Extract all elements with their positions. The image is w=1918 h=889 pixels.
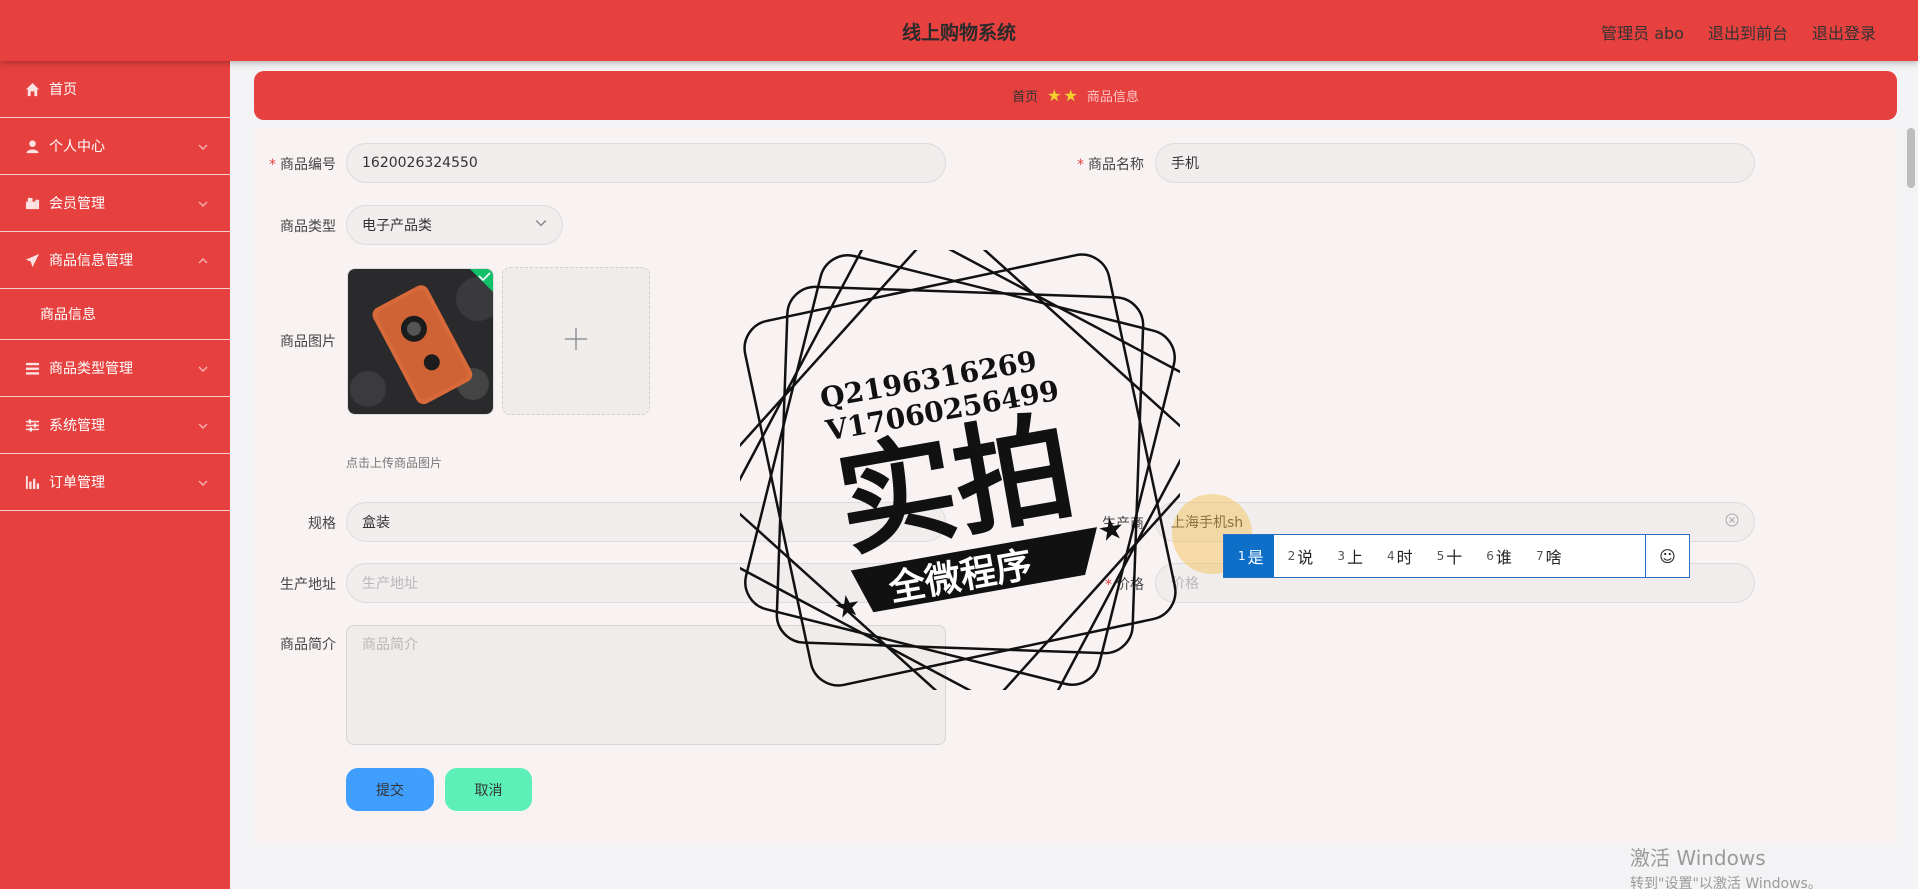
product-no-label: * 商品编号 <box>269 157 336 173</box>
sidebar-item-label: 系统管理 <box>49 418 105 434</box>
sidebar-item-label: 会员管理 <box>49 196 105 212</box>
image-label: 商品图片 <box>280 334 336 350</box>
breadcrumb: 首页 ★ ★ 商品信息 <box>254 71 1897 120</box>
ime-candidate[interactable]: 7啥 <box>1522 535 1572 577</box>
category-value: 电子产品类 <box>362 218 432 234</box>
star-icon: ★ <box>1047 86 1062 105</box>
product-name-label: * 商品名称 <box>1077 157 1144 173</box>
sidebar-item-home[interactable]: 首页 <box>0 61 230 118</box>
header-links: 管理员 abo 退出到前台 退出登录 <box>1601 20 1876 44</box>
list-icon <box>24 360 40 376</box>
star-icon: ★ <box>1063 86 1078 105</box>
maker-label: 生产商 <box>1102 516 1144 532</box>
address-input[interactable]: 生产地址 <box>346 563 946 603</box>
send-icon <box>24 252 40 268</box>
chevron-up-icon <box>198 254 208 264</box>
chart-icon <box>24 474 40 490</box>
clear-icon[interactable] <box>1725 513 1739 531</box>
breadcrumb-current: 商品信息 <box>1086 90 1139 105</box>
sidebar-item-label: 订单管理 <box>49 475 105 491</box>
cancel-button[interactable]: 取消 <box>445 768 532 811</box>
member-icon <box>24 195 40 211</box>
sidebar-item-orders[interactable]: 订单管理 <box>0 454 230 511</box>
product-name-input[interactable]: 手机 <box>1155 143 1755 183</box>
intro-label: 商品简介 <box>280 637 336 653</box>
product-image-thumbnail[interactable] <box>347 268 494 415</box>
activation-title: 激活 Windows <box>1630 846 1766 870</box>
price-label: * 价格 <box>1105 577 1144 593</box>
user-icon <box>24 138 40 154</box>
product-no-input[interactable]: 1620026324550 <box>346 143 946 183</box>
upload-tip: 点击上传商品图片 <box>346 456 443 470</box>
sidebar-item-personal[interactable]: 个人中心 <box>0 118 230 175</box>
address-label: 生产地址 <box>280 577 336 593</box>
intro-textarea[interactable]: 商品简介 <box>346 625 946 745</box>
front-link[interactable]: 退出到前台 <box>1708 20 1788 44</box>
upload-button[interactable] <box>502 267 650 415</box>
chevron-down-icon <box>198 476 208 486</box>
sidebar-item-system[interactable]: 系统管理 <box>0 397 230 454</box>
ime-candidate[interactable]: 6谁 <box>1472 535 1522 577</box>
plus-icon <box>563 326 589 356</box>
sidebar-item-label: 商品类型管理 <box>49 361 133 377</box>
ime-candidate[interactable]: 5十 <box>1423 535 1473 577</box>
sidebar: 首页 个人中心 会员管理 商品信息管理 商品信息 商品类型管理 系统管理 订单管… <box>0 61 230 889</box>
settings-icon <box>24 417 40 433</box>
chevron-down-icon <box>198 197 208 207</box>
chevron-down-icon <box>535 217 547 233</box>
ime-candidate[interactable]: 3上 <box>1323 535 1373 577</box>
chevron-down-icon <box>198 419 208 429</box>
scrollbar[interactable] <box>1907 128 1915 188</box>
activation-subtitle: 转到"设置"以激活 Windows。 <box>1630 876 1822 889</box>
breadcrumb-home[interactable]: 首页 <box>1012 86 1038 105</box>
top-header: 线上购物系统 管理员 abo 退出到前台 退出登录 <box>0 0 1918 61</box>
category-label: 商品类型 <box>280 219 336 235</box>
sidebar-item-label: 首页 <box>49 82 77 98</box>
logout-link[interactable]: 退出登录 <box>1812 20 1876 44</box>
ime-candidate[interactable]: 4时 <box>1373 535 1423 577</box>
ime-candidate[interactable]: 1是 <box>1224 535 1274 577</box>
chevron-down-icon <box>198 140 208 150</box>
sidebar-item-label: 商品信息管理 <box>49 253 133 269</box>
ime-candidate-bar: 1是 2说 3上 4时 5十 6谁 7啥 ☺ <box>1223 534 1690 578</box>
admin-name: 管理员 abo <box>1601 24 1684 43</box>
sidebar-item-product-info-mgmt[interactable]: 商品信息管理 <box>0 232 230 289</box>
maker-value: 上海手机sh <box>1171 515 1244 531</box>
chevron-down-icon <box>198 362 208 372</box>
ime-candidate[interactable]: 2说 <box>1274 535 1324 577</box>
category-select[interactable]: 电子产品类 <box>346 205 563 245</box>
submit-button[interactable]: 提交 <box>346 768 434 811</box>
emoji-icon[interactable]: ☺ <box>1645 535 1689 577</box>
sidebar-item-label: 个人中心 <box>49 139 105 155</box>
sidebar-subitem-product-info[interactable]: 商品信息 <box>0 289 230 340</box>
spec-input[interactable]: 盒装 <box>346 502 946 542</box>
windows-activation-notice: 激活 Windows 转到"设置"以激活 Windows。 <box>1630 842 1822 889</box>
sidebar-item-members[interactable]: 会员管理 <box>0 175 230 232</box>
home-icon <box>24 81 40 97</box>
sidebar-item-product-type-mgmt[interactable]: 商品类型管理 <box>0 340 230 397</box>
spec-label: 规格 <box>308 516 336 532</box>
